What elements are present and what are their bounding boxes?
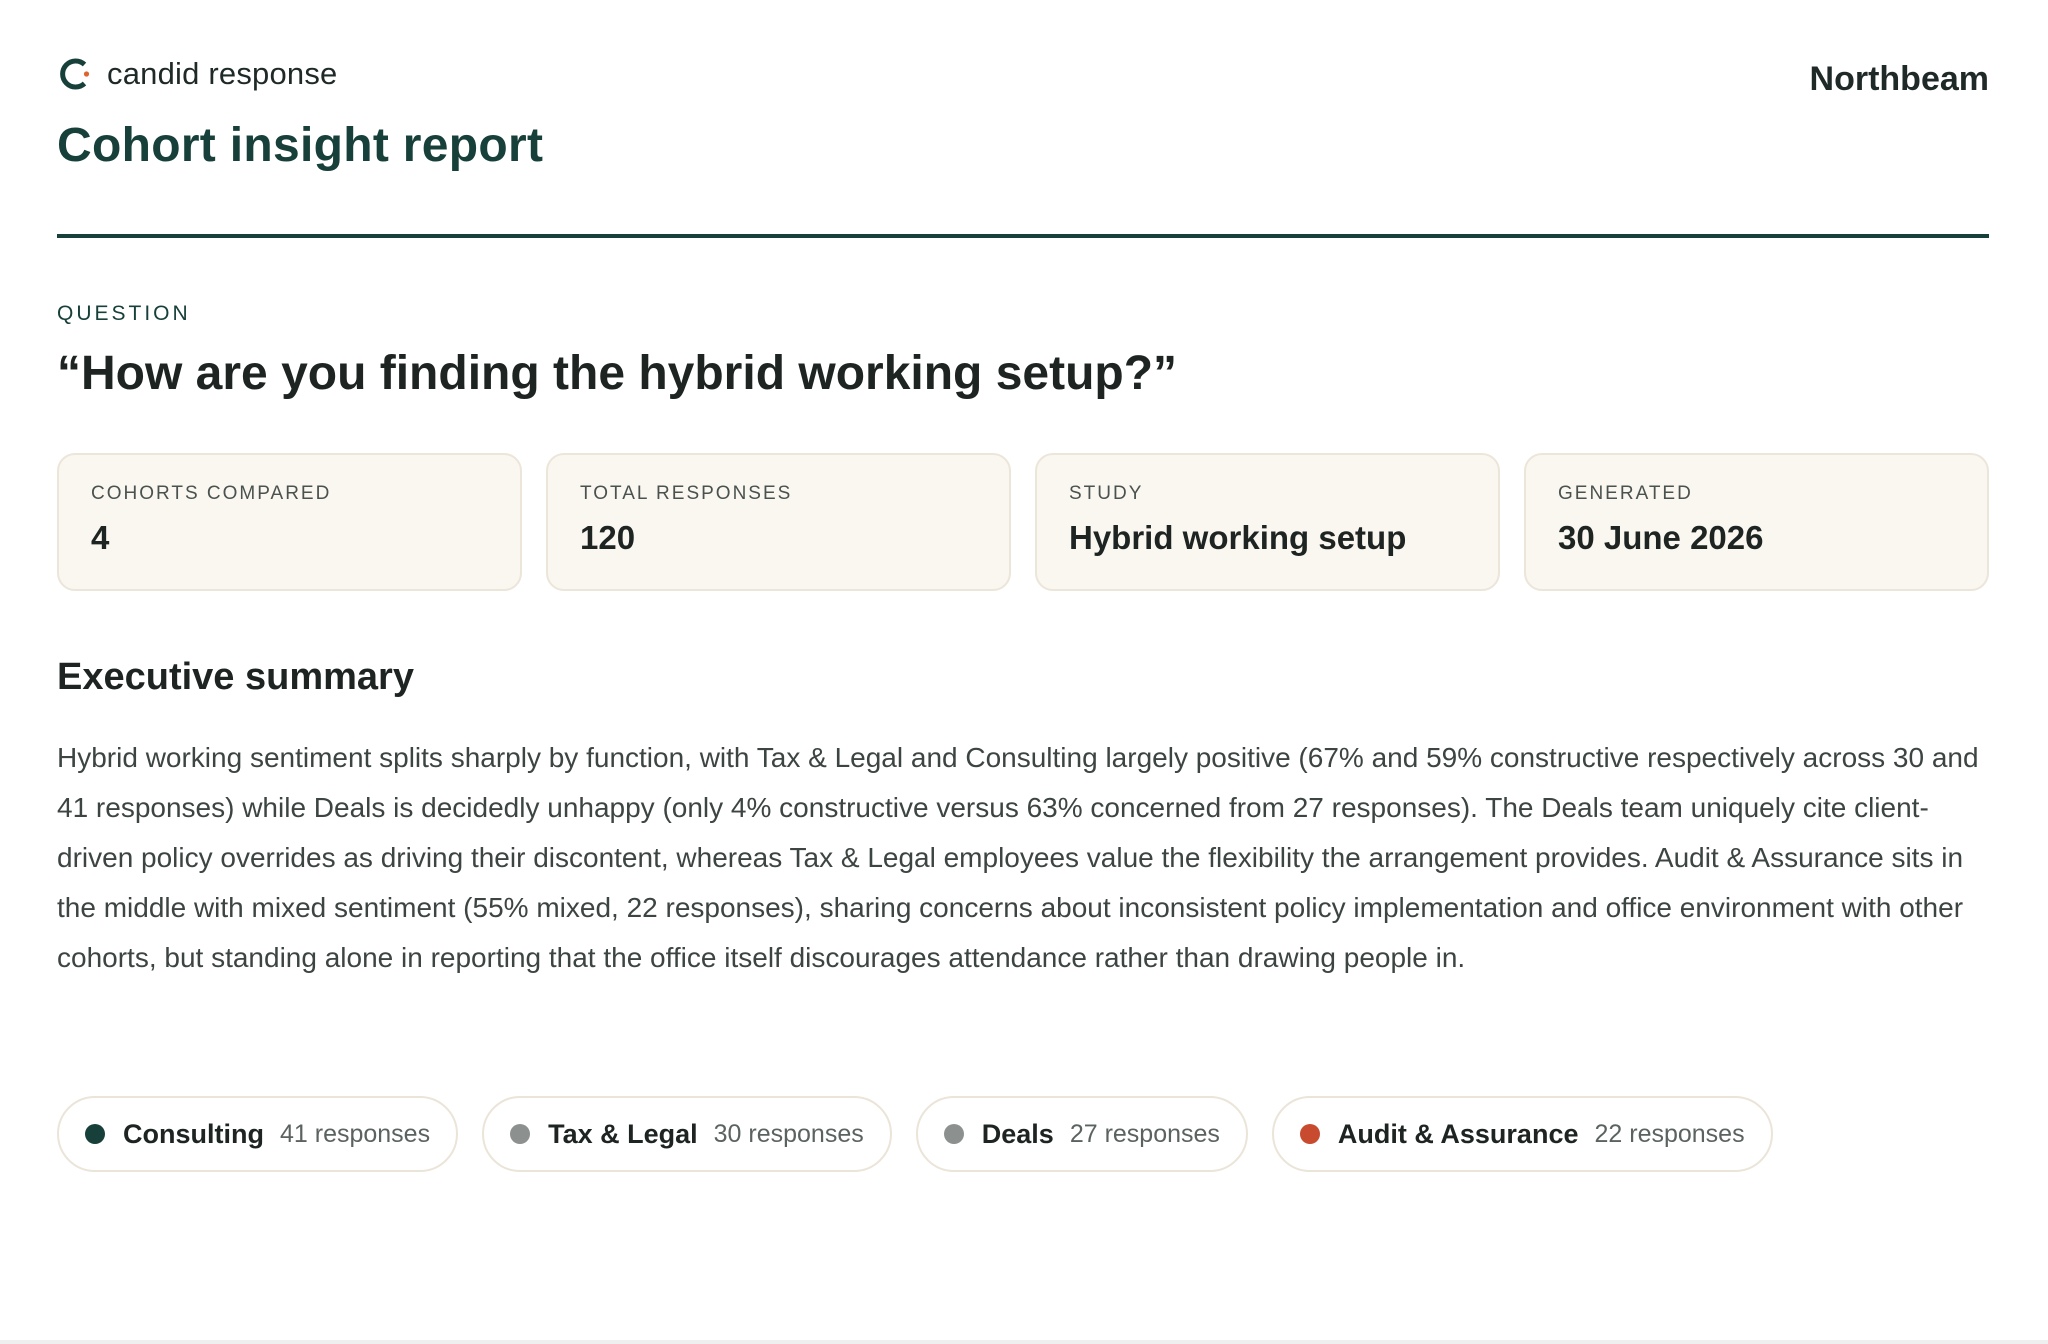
brand-ring-icon [57,56,93,92]
cohort-count: 27 responses [1069,1119,1220,1148]
question-text: “How are you finding the hybrid working … [57,347,1178,400]
brand: candid response [57,56,338,92]
cohort-pill-deals[interactable]: Deals 27 responses [915,1096,1248,1172]
report-page: candid response Cohort insight report No… [57,0,1989,1340]
cohort-legend: Consulting 41 responses Tax & Legal 30 r… [57,1096,1773,1172]
stat-card-responses: TOTAL RESPONSES 120 [546,453,1011,591]
cohort-name: Deals [981,1118,1054,1149]
cohort-pill-audit-assurance[interactable]: Audit & Assurance 22 responses [1271,1096,1773,1172]
report-header: candid response Cohort insight report No… [57,0,1989,238]
stat-label: GENERATED [1558,483,1693,504]
stat-card-cohorts: COHORTS COMPARED 4 [57,453,522,591]
cohort-pill-tax-legal[interactable]: Tax & Legal 30 responses [482,1096,892,1172]
report-title: Cohort insight report [57,119,544,172]
cohort-dot-icon [1299,1124,1320,1144]
cohort-pill-consulting[interactable]: Consulting 41 responses [57,1096,459,1172]
cohort-dot-icon [510,1124,531,1144]
client-name: Northbeam [1809,60,1989,98]
stat-value: 30 June 2026 [1558,519,1764,556]
stat-label: COHORTS COMPARED [91,483,332,504]
stat-label: TOTAL RESPONSES [580,483,793,504]
stat-value: 4 [91,519,110,556]
stat-value: Hybrid working setup [1069,519,1407,556]
stat-cards: COHORTS COMPARED 4 TOTAL RESPONSES 120 S… [57,453,1989,591]
cohort-count: 41 responses [279,1119,431,1148]
page-bottom-divider [0,1340,2048,1344]
cohort-name: Audit & Assurance [1337,1118,1579,1149]
summary-body: Hybrid working sentiment splits sharply … [57,742,1979,973]
cohort-dot-icon [85,1124,105,1144]
cohort-count: 22 responses [1594,1119,1745,1148]
question-label: QUESTION [57,302,191,325]
cohort-dot-icon [943,1124,964,1144]
cohort-name: Consulting [123,1118,264,1149]
stat-value: 120 [580,519,636,556]
summary-heading: Executive summary [57,656,414,698]
brand-name: candid response [107,56,338,91]
stat-card-generated: GENERATED 30 June 2026 [1524,453,1989,591]
stat-card-study: STUDY Hybrid working setup [1035,453,1500,591]
stat-label: STUDY [1069,483,1144,504]
cohort-count: 30 responses [713,1119,864,1148]
cohort-name: Tax & Legal [548,1118,698,1149]
